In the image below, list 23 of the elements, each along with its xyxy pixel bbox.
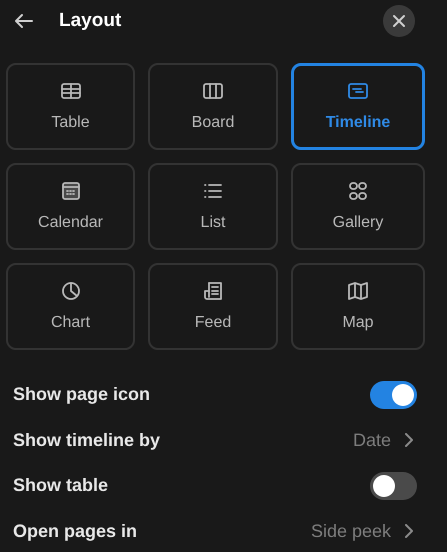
- setting-value-selector[interactable]: Date: [352, 426, 417, 454]
- setting-label: Open pages in: [13, 520, 138, 543]
- layout-option[interactable]: Table: [6, 63, 135, 150]
- setting-value-selector[interactable]: Side peek: [310, 518, 417, 545]
- layout-option[interactable]: Chart: [6, 263, 135, 350]
- layout-option[interactable]: List: [148, 163, 278, 250]
- layout-option[interactable]: Gallery: [291, 163, 425, 250]
- layout-option[interactable]: Board: [148, 63, 278, 150]
- chevron-right-icon: [405, 433, 413, 448]
- layout-option[interactable]: Calendar: [6, 163, 135, 250]
- layout-option[interactable]: Timeline: [291, 63, 425, 150]
- panel-title: Layout: [59, 8, 122, 33]
- back-arrow-icon[interactable]: [14, 13, 34, 29]
- setting-label: Show timeline by: [13, 428, 160, 452]
- chevron-right-icon: [405, 524, 413, 538]
- close-button[interactable]: [383, 5, 415, 37]
- setting-label: Show table: [13, 474, 108, 498]
- layout-option[interactable]: Map: [291, 263, 425, 350]
- toggle-switch[interactable]: [370, 472, 417, 500]
- setting-label: Show page icon: [13, 383, 150, 406]
- layout-option[interactable]: Feed: [148, 263, 278, 350]
- toggle-switch[interactable]: [370, 380, 417, 409]
- close-icon: [392, 14, 406, 28]
